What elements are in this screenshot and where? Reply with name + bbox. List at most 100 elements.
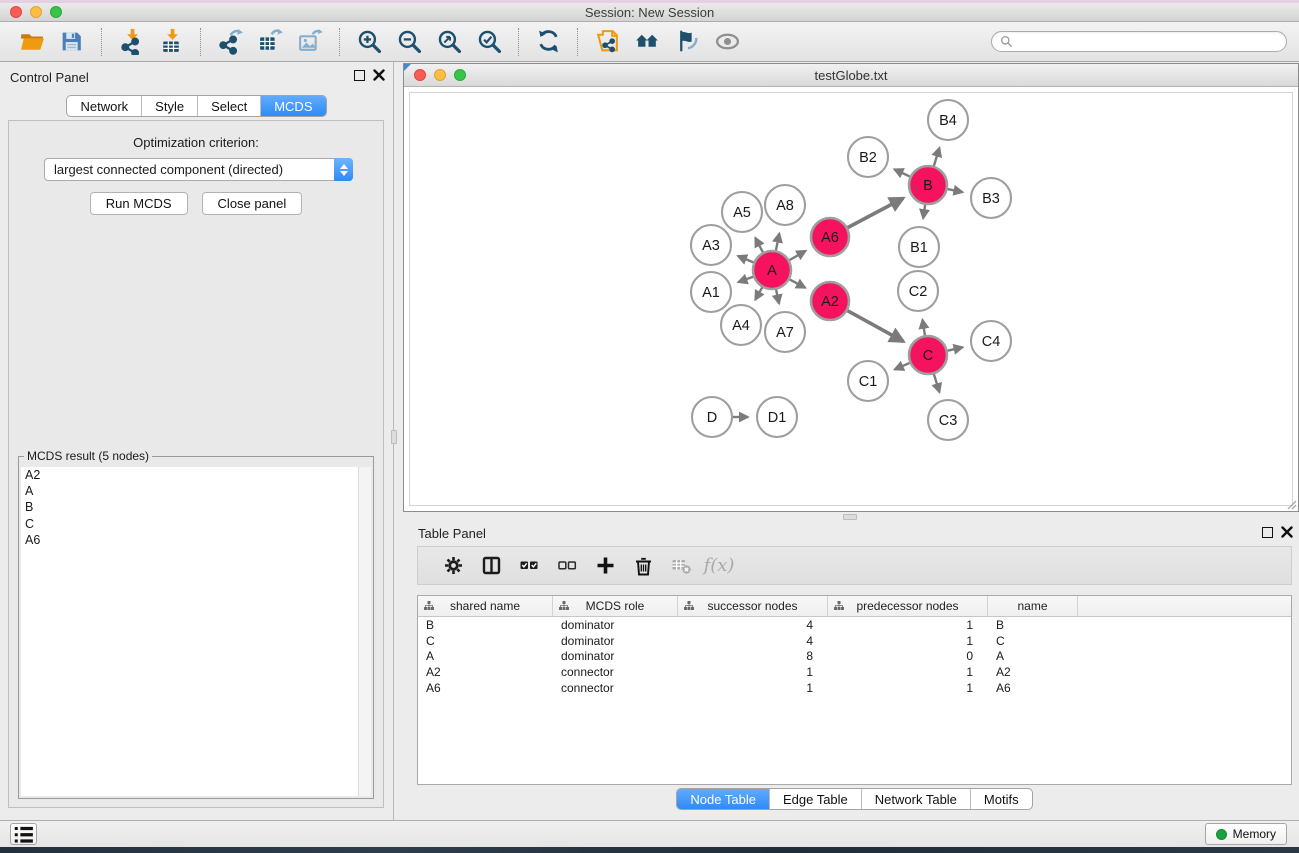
node-A7[interactable]: A7 [765, 312, 805, 352]
zoom-selected-button[interactable] [469, 25, 509, 59]
node-A1[interactable]: A1 [691, 272, 731, 312]
node-A4[interactable]: A4 [721, 305, 761, 345]
edge-A-A5[interactable] [755, 238, 762, 252]
node-B[interactable]: B [909, 166, 947, 204]
edge-A-A1[interactable] [738, 277, 753, 282]
node-A6[interactable]: A6 [811, 218, 849, 256]
mcds-result-item[interactable]: B [21, 499, 358, 515]
edge-C-C2[interactable] [922, 320, 924, 336]
import-network-button[interactable] [111, 25, 151, 59]
column-header-MCDS-role[interactable]: MCDS role [553, 596, 678, 616]
search-field[interactable] [991, 31, 1287, 52]
float-panel-icon[interactable] [354, 70, 365, 81]
tab-network[interactable]: Network [67, 96, 141, 116]
memory-button[interactable]: Memory [1205, 823, 1287, 845]
show-hide-annotations-button[interactable] [707, 25, 747, 59]
node-B3[interactable]: B3 [971, 178, 1011, 218]
tab-style[interactable]: Style [141, 96, 197, 116]
tab-network-table[interactable]: Network Table [861, 789, 970, 809]
node-A3[interactable]: A3 [691, 225, 731, 265]
node-D[interactable]: D [692, 397, 732, 437]
mcds-result-item[interactable]: C [21, 516, 358, 532]
run-mcds-button[interactable]: Run MCDS [90, 192, 188, 215]
node-C[interactable]: C [909, 336, 947, 374]
edge-B-B3[interactable] [948, 189, 963, 192]
node-A8[interactable]: A8 [765, 185, 805, 225]
export-table-button[interactable] [250, 25, 290, 59]
vertical-splitter-handle[interactable] [391, 430, 397, 444]
node-C2[interactable]: C2 [898, 271, 938, 311]
export-image-button[interactable] [290, 25, 330, 59]
edge-B-B1[interactable] [923, 205, 925, 219]
table-row[interactable]: Cdominator41C [418, 633, 1291, 649]
edge-B-B2[interactable] [894, 169, 910, 176]
edge-A6-B[interactable] [848, 198, 904, 228]
tab-mcds[interactable]: MCDS [260, 96, 325, 116]
open-file-button[interactable] [12, 25, 52, 59]
mcds-result-item[interactable]: A2 [21, 467, 358, 483]
task-history-button[interactable] [10, 823, 37, 845]
close-panel-button[interactable]: Close panel [202, 192, 303, 215]
tab-motifs[interactable]: Motifs [970, 789, 1032, 809]
tab-node-table[interactable]: Node Table [677, 789, 769, 809]
close-panel-icon[interactable] [373, 69, 385, 81]
edge-A2-C[interactable] [848, 311, 904, 342]
edge-A-A6[interactable] [789, 251, 805, 260]
mcds-result-item[interactable]: A6 [21, 532, 358, 548]
column-header-name[interactable]: name [988, 596, 1078, 616]
edge-C-C1[interactable] [895, 363, 910, 370]
edge-A-A8[interactable] [776, 233, 779, 250]
settings-button[interactable] [434, 551, 472, 581]
delete-column-button[interactable] [624, 551, 662, 581]
float-table-panel-icon[interactable] [1262, 527, 1273, 538]
first-neighbors-button[interactable] [627, 25, 667, 59]
close-table-panel-icon[interactable] [1281, 526, 1293, 538]
node-A[interactable]: A [753, 251, 791, 289]
mcds-result-list[interactable]: A2ABCA6 [21, 467, 358, 796]
node-B4[interactable]: B4 [928, 100, 968, 140]
table-row[interactable]: Adominator80A [418, 649, 1291, 665]
tab-select[interactable]: Select [197, 96, 260, 116]
delete-table-button[interactable] [662, 551, 700, 581]
node-D1[interactable]: D1 [757, 397, 797, 437]
column-header-shared-name[interactable]: shared name [418, 596, 553, 616]
zoom-out-button[interactable] [389, 25, 429, 59]
table-row[interactable]: Bdominator41B [418, 617, 1291, 633]
table-row[interactable]: A2connector11A2 [418, 664, 1291, 680]
edge-C-C3[interactable] [934, 374, 940, 392]
mcds-result-scrollbar[interactable] [358, 467, 371, 796]
resize-grip-icon[interactable] [1283, 496, 1297, 510]
edge-A-A4[interactable] [755, 287, 762, 299]
deselect-all-button[interactable] [548, 551, 586, 581]
columns-button[interactable] [472, 551, 510, 581]
edge-A-A3[interactable] [738, 256, 754, 262]
show-hide-graphics-details-button[interactable] [667, 25, 707, 59]
add-column-button[interactable] [586, 551, 624, 581]
save-session-button[interactable] [52, 25, 92, 59]
edge-A-A2[interactable] [790, 279, 806, 287]
node-B1[interactable]: B1 [899, 227, 939, 267]
tab-edge-table[interactable]: Edge Table [769, 789, 861, 809]
search-input[interactable] [1018, 35, 1278, 49]
zoom-in-button[interactable] [349, 25, 389, 59]
edge-C-C4[interactable] [948, 347, 963, 350]
node-A5[interactable]: A5 [722, 192, 762, 232]
network-canvas[interactable]: A A1 A2 A3 A4 A5 A6 A7 A8 B B1 B2 B3B4 C C1 C2 C3C4 D D1 [404, 87, 1298, 511]
node-C4[interactable]: C4 [971, 321, 1011, 361]
column-header-successor-nodes[interactable]: successor nodes [678, 596, 828, 616]
table-row[interactable]: A6connector11A6 [418, 680, 1291, 696]
edge-B-B4[interactable] [934, 148, 940, 166]
new-network-from-selection-button[interactable] [587, 25, 627, 59]
refresh-button[interactable] [528, 25, 568, 59]
node-C1[interactable]: C1 [848, 361, 888, 401]
node-B2[interactable]: B2 [848, 137, 888, 177]
zoom-fit-button[interactable] [429, 25, 469, 59]
mcds-result-item[interactable]: A [21, 483, 358, 499]
column-header-predecessor-nodes[interactable]: predecessor nodes [828, 596, 988, 616]
export-network-button[interactable] [210, 25, 250, 59]
criterion-dropdown[interactable]: largest connected component (directed) [44, 158, 353, 181]
node-C3[interactable]: C3 [928, 400, 968, 440]
edge-A-A7[interactable] [776, 290, 779, 304]
import-table-button[interactable] [151, 25, 191, 59]
node-A2[interactable]: A2 [811, 282, 849, 320]
